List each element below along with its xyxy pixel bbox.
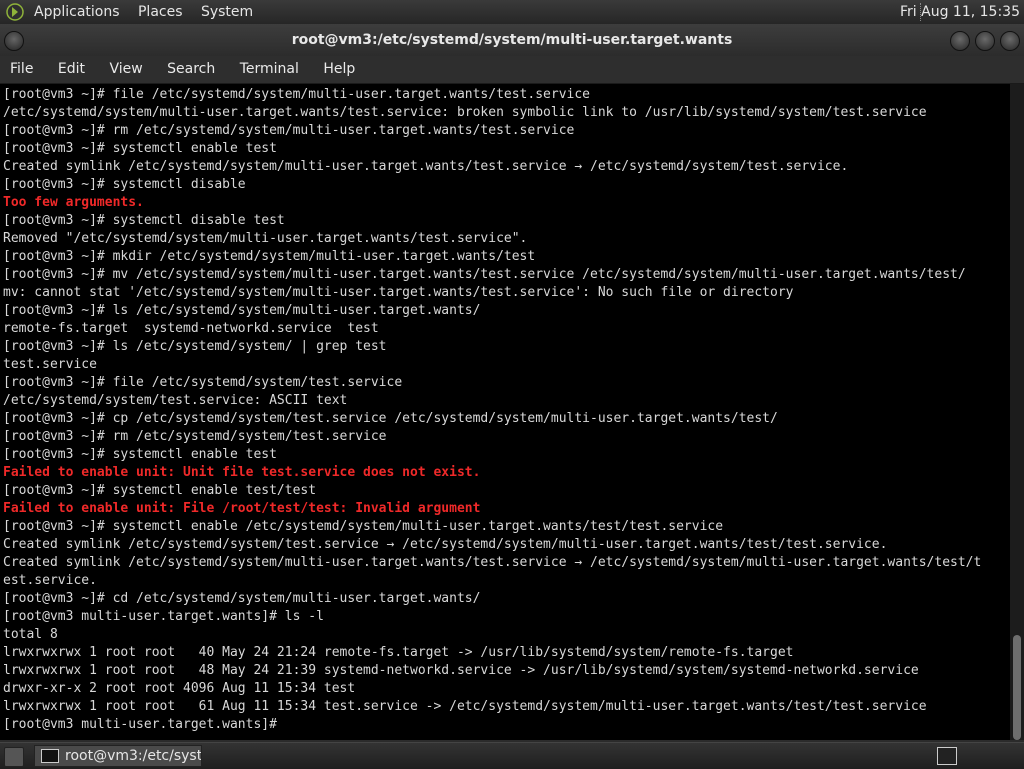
terminal-line: [root@vm3 ~]# file /etc/systemd/system/m… bbox=[3, 87, 590, 102]
places-menu[interactable]: Places bbox=[138, 0, 183, 24]
taskbar-terminal-task[interactable]: root@vm3:/etc/syst... bbox=[34, 745, 202, 767]
window-titlebar[interactable]: root@vm3:/etc/systemd/system/multi-user.… bbox=[0, 24, 1024, 56]
terminal-line: Created symlink /etc/systemd/system/test… bbox=[3, 537, 888, 552]
terminal-line: [root@vm3 ~]# rm /etc/systemd/system/tes… bbox=[3, 429, 387, 444]
terminal-line: [root@vm3 ~]# systemctl enable test/test bbox=[3, 483, 317, 498]
terminal-line: [root@vm3 ~]# mkdir /etc/systemd/system/… bbox=[3, 249, 536, 264]
system-menu[interactable]: System bbox=[201, 0, 253, 24]
terminal-line: total 8 bbox=[3, 627, 58, 642]
distro-logo-icon[interactable] bbox=[6, 3, 24, 21]
close-button[interactable] bbox=[1000, 31, 1020, 51]
minimize-button[interactable] bbox=[950, 31, 970, 51]
terminal-line: [root@vm3 ~]# file /etc/systemd/system/t… bbox=[3, 375, 403, 390]
terminal-line: Created symlink /etc/systemd/system/mult… bbox=[3, 159, 849, 174]
terminal-line: Created symlink /etc/systemd/system/mult… bbox=[3, 555, 982, 570]
panel-clock[interactable]: Fri Aug 11, 15:35 bbox=[900, 0, 1020, 24]
terminal-scrollbar[interactable] bbox=[1010, 84, 1024, 740]
terminal-line: /etc/systemd/system/test.service: ASCII … bbox=[3, 393, 348, 408]
terminal-line: /etc/systemd/system/multi-user.target.wa… bbox=[3, 105, 927, 120]
menu-terminal[interactable]: Terminal bbox=[230, 56, 309, 83]
terminal-line: est.service. bbox=[3, 573, 97, 588]
terminal-error-line: Failed to enable unit: File /root/test/t… bbox=[3, 501, 481, 516]
terminal-output[interactable]: [root@vm3 ~]# file /etc/systemd/system/m… bbox=[0, 84, 1010, 740]
terminal-line: lrwxrwxrwx 1 root root 61 Aug 11 15:34 t… bbox=[3, 699, 927, 714]
terminal-line: [root@vm3 ~]# ls /etc/systemd/system/mul… bbox=[3, 303, 481, 318]
menu-help[interactable]: Help bbox=[313, 56, 365, 83]
terminal-text: [root@vm3 ~]# file /etc/systemd/system/m… bbox=[3, 86, 981, 734]
terminal-line: [root@vm3 ~]# mv /etc/systemd/system/mul… bbox=[3, 267, 966, 282]
terminal-line: [root@vm3 multi-user.target.wants]# bbox=[3, 717, 285, 732]
window-title: root@vm3:/etc/systemd/system/multi-user.… bbox=[291, 32, 733, 48]
terminal-line: [root@vm3 multi-user.target.wants]# ls -… bbox=[3, 609, 324, 624]
terminal-icon bbox=[41, 749, 59, 763]
terminal-line: [root@vm3 ~]# ls /etc/systemd/system/ | … bbox=[3, 339, 387, 354]
terminal-line: test.service bbox=[3, 357, 97, 372]
terminal-line: [root@vm3 ~]# cp /etc/systemd/system/tes… bbox=[3, 411, 778, 426]
terminal-line: [root@vm3 ~]# systemctl enable test bbox=[3, 141, 277, 156]
bottom-taskbar: root@vm3:/etc/syst... bbox=[0, 742, 1024, 769]
menu-edit[interactable]: Edit bbox=[48, 56, 95, 83]
window-menu-icon[interactable] bbox=[4, 31, 24, 51]
maximize-button[interactable] bbox=[975, 31, 995, 51]
terminal-line: remote-fs.target systemd-networkd.servic… bbox=[3, 321, 379, 336]
terminal-menubar: File Edit View Search Terminal Help bbox=[0, 56, 1024, 84]
terminal-line: [root@vm3 ~]# systemctl disable bbox=[3, 177, 246, 192]
terminal-line: Removed "/etc/systemd/system/multi-user.… bbox=[3, 231, 528, 246]
taskbar-task-label: root@vm3:/etc/syst... bbox=[65, 748, 202, 764]
terminal-line: [root@vm3 ~]# systemctl enable test bbox=[3, 447, 277, 462]
terminal-error-line: Too few arguments. bbox=[3, 195, 144, 210]
terminal-line: [root@vm3 ~]# cd /etc/systemd/system/mul… bbox=[3, 591, 481, 606]
menu-search[interactable]: Search bbox=[157, 56, 225, 83]
terminal-line: [root@vm3 ~]# systemctl disable test bbox=[3, 213, 285, 228]
terminal-line: [root@vm3 ~]# systemctl enable /etc/syst… bbox=[3, 519, 724, 534]
top-panel: Applications Places System Fri Aug 11, 1… bbox=[0, 0, 1024, 24]
terminal-line: lrwxrwxrwx 1 root root 48 May 24 21:39 s… bbox=[3, 663, 919, 678]
terminal-error-line: Failed to enable unit: Unit file test.se… bbox=[3, 465, 481, 480]
terminal-line: mv: cannot stat '/etc/systemd/system/mul… bbox=[3, 285, 794, 300]
terminal-line: [root@vm3 ~]# rm /etc/systemd/system/mul… bbox=[3, 123, 575, 138]
menu-view[interactable]: View bbox=[99, 56, 152, 83]
panel-menus: Applications Places System bbox=[34, 0, 267, 24]
terminal-line: lrwxrwxrwx 1 root root 40 May 24 21:24 r… bbox=[3, 645, 794, 660]
terminal-line: drwxr-xr-x 2 root root 4096 Aug 11 15:34… bbox=[3, 681, 356, 696]
menu-file[interactable]: File bbox=[0, 56, 43, 83]
applications-menu[interactable]: Applications bbox=[34, 0, 120, 24]
scrollbar-thumb[interactable] bbox=[1013, 635, 1021, 740]
show-desktop-icon[interactable] bbox=[4, 747, 24, 767]
workspace-switcher[interactable] bbox=[937, 747, 957, 765]
